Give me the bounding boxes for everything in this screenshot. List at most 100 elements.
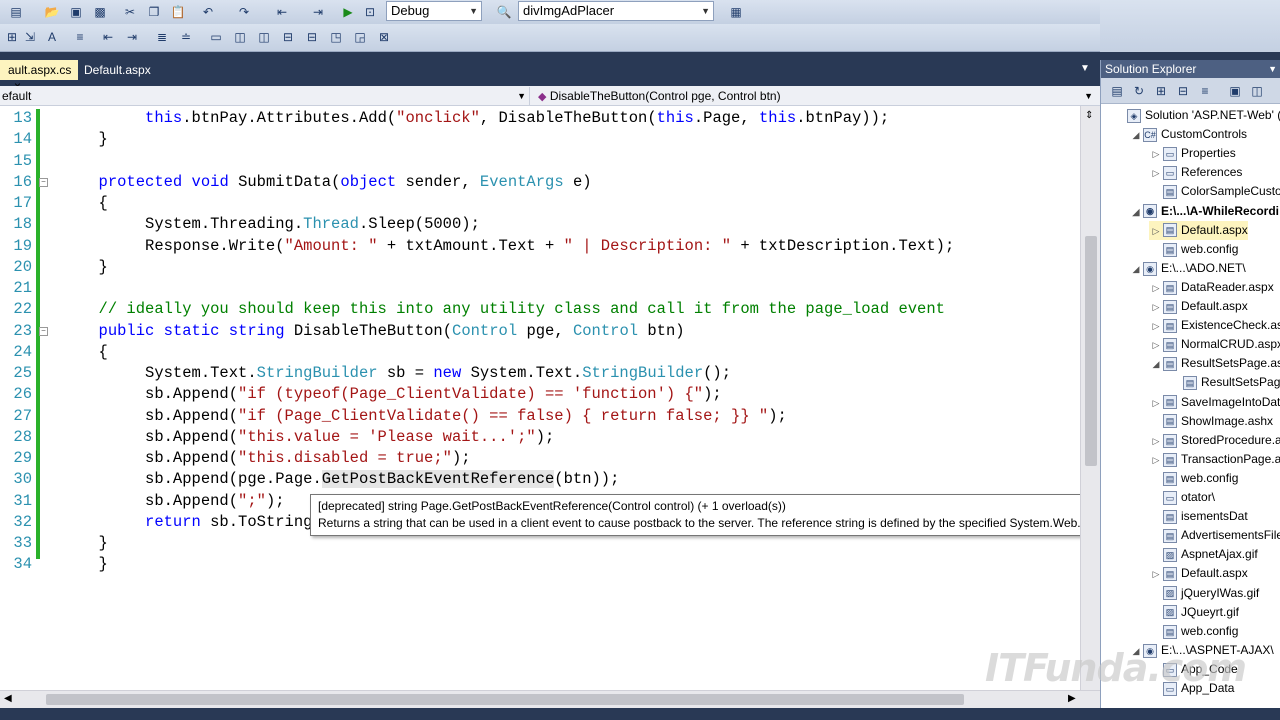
code-line[interactable]: 27 sb.Append("if (Page_ClientValidate() … (0, 406, 1080, 427)
type-dropdown[interactable]: efault ▼ (0, 87, 530, 105)
view-designer-icon[interactable]: ▣ (1227, 83, 1243, 99)
attach-icon[interactable]: ⊡ (362, 4, 378, 20)
tree-node[interactable]: ▤ web.config (1149, 469, 1238, 488)
configuration-dropdown[interactable]: Debug ▼ (386, 1, 482, 21)
tree-node[interactable]: ▷ ▤ NormalCRUD.aspx (1149, 335, 1280, 354)
expander-icon[interactable]: ▷ (1149, 298, 1163, 317)
class-diagram-icon[interactable]: ◫ (1249, 83, 1265, 99)
tree-node[interactable]: ▤ AdvertisementsFile (1149, 526, 1280, 545)
properties-icon[interactable]: ▤ (1109, 83, 1125, 99)
code-line[interactable]: 24 { (0, 342, 1080, 363)
paste-icon[interactable]: 📋 (170, 4, 186, 20)
code-line[interactable]: 29 sb.Append("this.disabled = true;"); (0, 448, 1080, 469)
tree-node[interactable]: ▤ ShowImage.ashx (1149, 412, 1273, 431)
expander-icon[interactable]: ◢ (1129, 260, 1143, 279)
panel-dropdown-icon[interactable]: ▼ (1268, 61, 1277, 77)
next-bookmark-icon[interactable]: ◫ (256, 29, 272, 45)
quick-info-icon[interactable]: A (44, 29, 60, 45)
code-line[interactable]: 21 (0, 278, 1080, 299)
tree-node[interactable]: ▷ ▤ Default.aspx (1149, 220, 1248, 241)
tree-node[interactable]: ▨ jQueryIWas.gif (1149, 584, 1259, 603)
toggle-bookmark-icon[interactable]: ▭ (208, 29, 224, 45)
clear-bookmarks-icon[interactable]: ⊠ (376, 29, 392, 45)
tree-node[interactable]: ▤ ResultSetsPage (1169, 373, 1280, 392)
expander-icon[interactable]: ▷ (1149, 317, 1163, 336)
code-line[interactable]: 13 this.btnPay.Attributes.Add("onclick",… (0, 108, 1080, 129)
increase-indent-icon[interactable]: ⇥ (124, 29, 140, 45)
find-icon[interactable]: 🔍 (496, 4, 512, 20)
tree-node[interactable]: ◈ Solution 'ASP.NET-Web' ( (1113, 106, 1280, 125)
expander-icon[interactable]: ▷ (1149, 451, 1163, 470)
expander-icon[interactable]: ◢ (1129, 126, 1143, 145)
tab-default-aspx-cs[interactable]: ault.aspx.cs × (0, 60, 78, 93)
tree-node[interactable]: ◢ ◉ E:\...\ADO.NET\ (1129, 259, 1246, 278)
expander-icon[interactable]: ▷ (1149, 394, 1163, 413)
code-line[interactable]: 16− protected void SubmitData(object sen… (0, 172, 1080, 193)
vertical-scroll-thumb[interactable] (1085, 236, 1097, 466)
tree-node[interactable]: ▷ ▭ Properties (1149, 144, 1236, 163)
code-line[interactable]: 25 System.Text.StringBuilder sb = new Sy… (0, 363, 1080, 384)
expander-icon[interactable]: ▷ (1149, 432, 1163, 451)
member-dropdown[interactable]: ◆ DisableTheButton(Control pge, Control … (536, 87, 1096, 105)
expander-icon[interactable]: ◢ (1129, 203, 1143, 222)
tree-node[interactable]: ▤ web.config (1149, 622, 1238, 641)
new-project-icon[interactable]: ▤ (8, 4, 24, 20)
prev-file-bookmark-icon[interactable]: ◳ (328, 29, 344, 45)
code-line[interactable]: 28 sb.Append("this.value = 'Please wait.… (0, 427, 1080, 448)
tab-overflow-icon[interactable]: ▼ (1080, 63, 1090, 74)
refresh-icon[interactable]: ↻ (1131, 83, 1147, 99)
prev-bookmark-icon[interactable]: ◫ (232, 29, 248, 45)
tree-node[interactable]: ◢ C# CustomControls (1129, 125, 1247, 144)
tree-node[interactable]: ▷ ▤ Default.aspx (1149, 297, 1248, 316)
tree-node[interactable]: ▭ otator\ (1149, 488, 1215, 507)
expander-icon[interactable]: ▷ (1149, 164, 1163, 183)
tree-node[interactable]: ▷ ▤ ExistenceCheck.asp (1149, 316, 1280, 335)
copy-icon[interactable]: ❐ (146, 4, 162, 20)
code-line[interactable]: 33 } (0, 533, 1080, 554)
nest-related-files-icon[interactable]: ⊟ (1175, 83, 1191, 99)
code-line[interactable]: 22 // ideally you should keep this into … (0, 299, 1080, 320)
scroll-right-icon[interactable]: ▶ (1068, 693, 1076, 704)
code-line[interactable]: 15 (0, 151, 1080, 172)
code-line[interactable]: 26 sb.Append("if (typeof(Page_ClientVali… (0, 384, 1080, 405)
tree-node[interactable]: ▤ web.config (1149, 240, 1238, 259)
tree-node[interactable]: ▷ ▤ Default.aspx (1149, 564, 1248, 583)
save-all-icon[interactable]: ▩ (92, 4, 108, 20)
view-code-icon[interactable]: ≡ (1197, 83, 1213, 99)
tree-node[interactable]: ▤ isementsDat (1149, 507, 1248, 526)
code-line[interactable]: 23− public static string DisableTheButto… (0, 321, 1080, 342)
horizontal-scrollbar[interactable]: ◀ ▶ (0, 690, 1100, 708)
code-line[interactable]: 18 System.Threading.Thread.Sleep(5000); (0, 214, 1080, 235)
tree-node[interactable]: ▷ ▤ SaveImageIntoDat (1149, 393, 1280, 412)
open-folder-icon[interactable]: 📂 (44, 4, 60, 20)
code-line[interactable]: 34 } (0, 554, 1080, 575)
tree-node[interactable]: ▨ JQueyrt.gif (1149, 603, 1239, 622)
code-line[interactable]: 17 { (0, 193, 1080, 214)
next-file-bookmark-icon[interactable]: ◲ (352, 29, 368, 45)
show-all-files-icon[interactable]: ⊞ (1153, 83, 1169, 99)
expander-icon[interactable]: ▷ (1149, 565, 1163, 584)
tree-node[interactable]: ▷ ▤ TransactionPage.a (1149, 450, 1280, 469)
tree-node[interactable]: ▤ ColorSampleCusto (1149, 182, 1280, 201)
complete-word-icon[interactable]: ≡ (72, 29, 88, 45)
code-line[interactable]: 30 sb.Append(pge.Page.GetPostBackEventRe… (0, 469, 1080, 490)
code-line[interactable]: 19 Response.Write("Amount: " + txtAmount… (0, 236, 1080, 257)
expander-icon[interactable]: ▷ (1149, 222, 1163, 241)
horizontal-scroll-thumb[interactable] (46, 694, 964, 705)
tree-node[interactable]: ▨ AspnetAjax.gif (1149, 545, 1258, 564)
cut-icon[interactable]: ✂ (122, 4, 138, 20)
comment-icon[interactable]: ≣ (154, 29, 170, 45)
collapse-icon[interactable]: − (39, 177, 48, 187)
navigate-back-icon[interactable]: ⇤ (274, 4, 290, 20)
code-editor[interactable]: 13 this.btnPay.Attributes.Add("onclick",… (0, 106, 1100, 690)
tree-node[interactable]: ▷ ▭ References (1149, 163, 1242, 182)
expander-icon[interactable]: ◢ (1149, 355, 1163, 374)
expander-icon[interactable]: ▷ (1149, 145, 1163, 164)
start-debug-icon[interactable]: ▶ (340, 4, 356, 20)
navigate-forward-icon[interactable]: ⇥ (310, 4, 326, 20)
uncomment-icon[interactable]: ≐ (178, 29, 194, 45)
member-list-icon[interactable]: ⊞ (4, 29, 20, 45)
tree-node[interactable]: ◢ ▤ ResultSetsPage.asp (1149, 354, 1280, 373)
solution-explorer-icon[interactable]: ▦ (728, 4, 744, 20)
decrease-indent-icon[interactable]: ⇤ (100, 29, 116, 45)
